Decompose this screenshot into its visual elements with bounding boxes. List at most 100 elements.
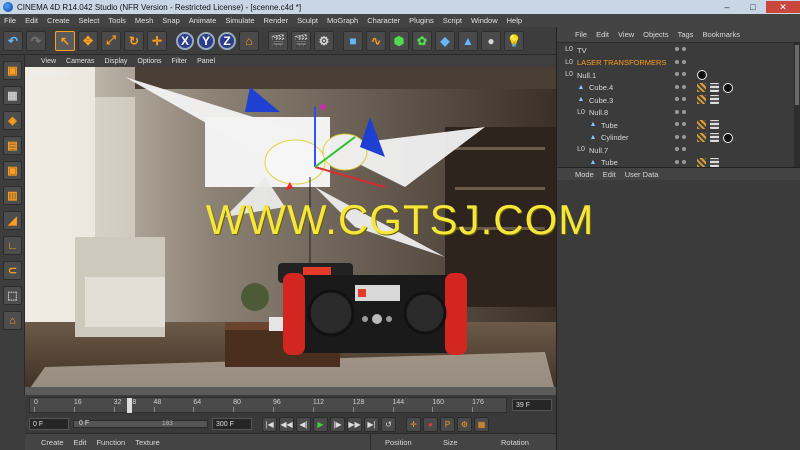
visibility-dots[interactable] <box>675 146 689 154</box>
menu-window[interactable]: Window <box>471 16 498 25</box>
visibility-dots[interactable] <box>675 84 689 92</box>
menu-simulate[interactable]: Simulate <box>225 16 254 25</box>
transport-button-4[interactable]: ▶ <box>313 416 328 432</box>
chk-tag-icon[interactable] <box>710 82 719 92</box>
phong-tag-icon[interactable] <box>697 82 706 92</box>
left-tool-3-button[interactable]: ◈ <box>3 111 22 130</box>
material-menu-edit[interactable]: Edit <box>74 438 87 447</box>
viewport-perspective[interactable]: Perspective <box>25 67 556 395</box>
object-row-null-7[interactable]: L0 Null.7 <box>557 144 800 157</box>
left-tool-8-button[interactable]: ∟ <box>3 236 22 255</box>
material-menu-create[interactable]: Create <box>41 438 64 447</box>
menu-edit[interactable]: Edit <box>25 16 38 25</box>
object-row-cube-4[interactable]: ▲ Cube.4 <box>557 82 800 95</box>
camera-button[interactable]: ● <box>481 30 501 51</box>
object-menu-bookmarks[interactable]: Bookmarks <box>702 30 740 39</box>
object-row-null-8[interactable]: L0 Null.8 <box>557 107 800 120</box>
viewport-menu-display[interactable]: Display <box>104 58 127 65</box>
redo-button[interactable]: ↷ <box>26 30 46 51</box>
ball-tag-icon[interactable] <box>723 132 733 143</box>
keyframe-button-3[interactable]: P <box>440 416 455 432</box>
object-row-laser-transformers[interactable]: L0 LASER TRANSFORMERS <box>557 57 800 70</box>
left-tool-6-button[interactable]: ▥ <box>3 186 22 205</box>
chk-tag-icon[interactable] <box>710 157 719 167</box>
object-row-tube[interactable]: ▲ Tube <box>557 119 800 132</box>
light-button[interactable]: 💡 <box>504 30 524 51</box>
coordinate-system-button[interactable]: ⌂ <box>239 30 259 51</box>
menu-create[interactable]: Create <box>47 16 70 25</box>
render-settings-button[interactable]: ⚙ <box>314 30 334 51</box>
menu-file[interactable]: File <box>4 16 16 25</box>
maximize-button[interactable]: □ <box>740 1 766 13</box>
phong-tag-icon[interactable] <box>697 95 706 104</box>
ball-tag-icon[interactable] <box>723 82 733 93</box>
render-picture-viewer-button[interactable]: 🎬 <box>291 30 311 51</box>
chk-tag-icon[interactable] <box>710 95 719 104</box>
minimize-button[interactable]: – <box>714 1 740 13</box>
recent-tools-button[interactable]: ✛ <box>147 30 167 51</box>
viewport-menu-panel[interactable]: Panel <box>197 58 215 65</box>
object-row-cylinder[interactable]: ▲ Cylinder <box>557 132 800 145</box>
object-menu-edit[interactable]: Edit <box>596 30 609 39</box>
transport-button-7[interactable]: ▶| <box>364 416 379 432</box>
phong-tag-icon[interactable] <box>697 132 706 142</box>
timeline[interactable]: 0 16 32 38 48 64 80 96 112 128 144 160 176 39 F <box>25 395 556 415</box>
visibility-dots[interactable] <box>675 159 689 167</box>
phong-tag-icon[interactable] <box>697 157 706 167</box>
object-row-cube-3[interactable]: ▲ Cube.3 <box>557 94 800 107</box>
left-tool-5-button[interactable]: ▣ <box>3 161 22 180</box>
visibility-dots[interactable] <box>675 109 689 117</box>
object-row-tube[interactable]: ▲ Tube <box>557 157 800 167</box>
rotate-button[interactable]: ↻ <box>124 30 144 51</box>
left-tool-7-button[interactable]: ◢ <box>3 211 22 230</box>
viewport-menu-cameras[interactable]: Cameras <box>66 58 94 65</box>
x-axis-toggle[interactable]: X <box>176 31 194 50</box>
menu-plugins[interactable]: Plugins <box>409 16 434 25</box>
left-tool-11-button[interactable]: ⌂ <box>3 311 22 330</box>
spline-button[interactable]: ∿ <box>366 30 386 51</box>
timeline-ruler[interactable]: 0 16 32 38 48 64 80 96 112 128 144 160 176 <box>29 397 507 413</box>
ball-tag-icon[interactable] <box>697 70 707 80</box>
transport-button-2[interactable]: ◀◀ <box>279 416 294 432</box>
move-button[interactable]: ✥ <box>78 30 98 51</box>
transport-button-5[interactable]: |▶ <box>330 416 345 432</box>
array-button[interactable]: ✿ <box>412 30 432 51</box>
viewport-menu-filter[interactable]: Filter <box>172 58 188 65</box>
left-tool-1-button[interactable]: ▣ <box>3 61 22 80</box>
visibility-dots[interactable] <box>675 121 689 129</box>
transport-button-3[interactable]: ◀| <box>296 416 311 432</box>
cube-object-button[interactable]: ■ <box>343 30 363 51</box>
deformer-button[interactable]: ◆ <box>435 30 455 51</box>
visibility-dots[interactable] <box>675 96 689 104</box>
menu-sculpt[interactable]: Sculpt <box>297 16 318 25</box>
viewport-menu-view[interactable]: View <box>41 58 56 65</box>
keyframe-button-1[interactable]: ✛ <box>406 416 421 432</box>
object-menu-tags[interactable]: Tags <box>678 30 694 39</box>
transport-button-1[interactable]: |◀ <box>262 416 277 432</box>
preview-range-slider[interactable]: 0 F 183 <box>73 420 208 428</box>
material-menu-texture[interactable]: Texture <box>135 438 160 447</box>
menu-mograph[interactable]: MoGraph <box>327 16 358 25</box>
scene-button[interactable]: ▲ <box>458 30 478 51</box>
left-tool-9-button[interactable]: ⊂ <box>3 261 22 280</box>
undo-button[interactable]: ↶ <box>3 30 23 51</box>
object-menu-view[interactable]: View <box>618 30 634 39</box>
attribute-menu-mode[interactable]: Mode <box>575 170 594 179</box>
menu-character[interactable]: Character <box>367 16 400 25</box>
phong-tag-icon[interactable] <box>697 120 706 129</box>
menu-script[interactable]: Script <box>443 16 462 25</box>
menu-snap[interactable]: Snap <box>162 16 180 25</box>
visibility-dots[interactable] <box>675 59 689 67</box>
transport-button-6[interactable]: ▶▶ <box>347 416 362 432</box>
scale-button[interactable]: ⤢ <box>101 30 121 51</box>
menu-select[interactable]: Select <box>79 16 100 25</box>
left-tool-4-button[interactable]: ▤ <box>3 136 22 155</box>
keyframe-button-2[interactable]: ● <box>423 416 438 432</box>
render-view-button[interactable]: 🎬 <box>268 30 288 51</box>
material-menu-function[interactable]: Function <box>96 438 125 447</box>
visibility-dots[interactable] <box>675 46 689 54</box>
chk-tag-icon[interactable] <box>710 132 719 142</box>
menu-tools[interactable]: Tools <box>108 16 126 25</box>
live-selection-button[interactable]: ↖ <box>55 30 75 51</box>
object-row-null-1[interactable]: L0 Null.1 <box>557 69 800 82</box>
